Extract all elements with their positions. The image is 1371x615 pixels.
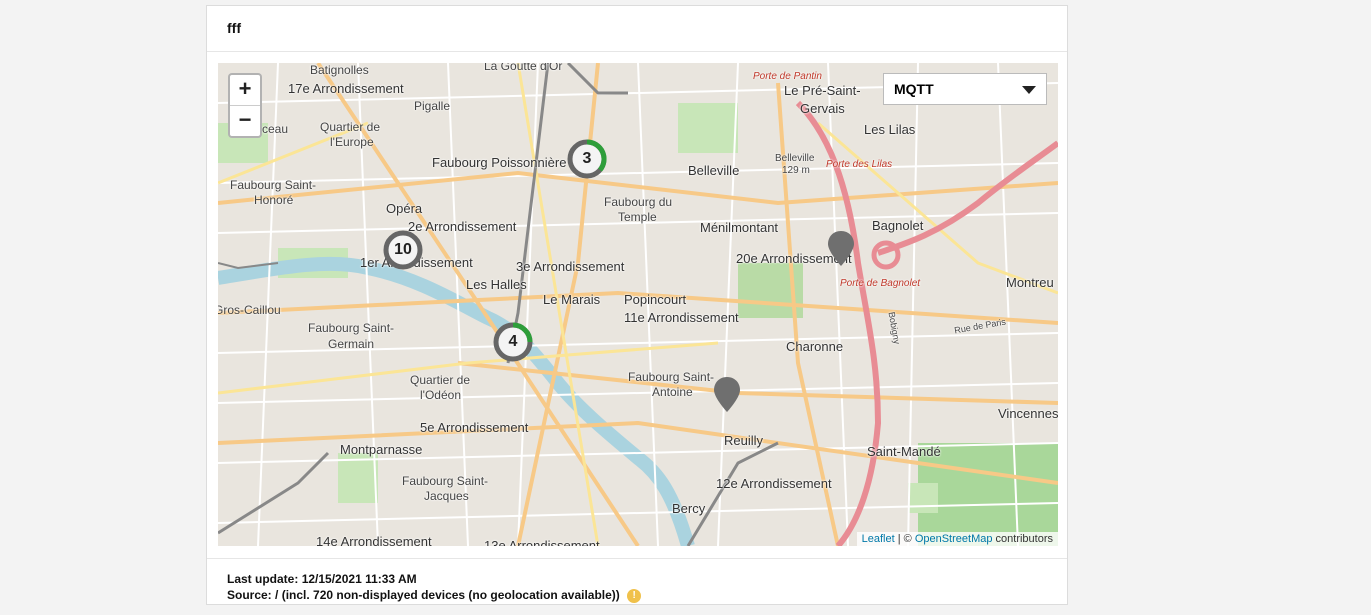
map-label-fbg-temple-1: Faubourg du: [604, 195, 673, 209]
map-view[interactable]: Batignolles 17e Arrondissement La Goutte…: [218, 63, 1058, 546]
map-label-quartier-odeon-2: l'Odéon: [420, 388, 461, 402]
warning-icon[interactable]: !: [627, 588, 642, 603]
map-attribution: Leaflet | © OpenStreetMap contributors: [856, 532, 1058, 546]
cluster-count: 3: [582, 150, 592, 167]
map-label-belleville: Belleville: [688, 163, 740, 178]
cluster-count: 10: [394, 241, 412, 258]
map-label-fbg-st-germain-2: Germain: [328, 337, 375, 351]
map-label-goutte: La Goutte d'Or: [484, 63, 563, 73]
map-label-bagnolet: Bagnolet: [872, 218, 924, 233]
zoom-out-button[interactable]: −: [230, 105, 260, 136]
cluster-marker[interactable]: 4: [493, 322, 533, 362]
map-label-popincourt: Popincourt: [624, 292, 687, 307]
source-select[interactable]: MQTT: [883, 73, 1047, 105]
map-pin-icon: [828, 231, 854, 266]
widget-card: fff Batignolles 17e Arrondissement La Go…: [206, 5, 1068, 605]
chevron-down-icon: [1022, 86, 1036, 94]
source-label: Source:: [227, 588, 272, 602]
attribution-contributors: contributors: [992, 533, 1053, 545]
map-label-arr2: 2e Arrondissement: [408, 219, 517, 234]
map-label-fbg-st-antoine-1: Faubourg Saint-: [628, 370, 715, 384]
map-label-vincennes: Vincennes: [998, 406, 1058, 421]
last-update-row: Last update: 12/15/2021 11:33 AM: [227, 571, 1047, 587]
cluster-count: 4: [508, 333, 518, 350]
map-label-fbg-st-germain-1: Faubourg Saint-: [308, 321, 395, 335]
map-label-quartier-europe-1: Quartier de: [320, 120, 381, 134]
map-label-arr5: 5e Arrondissement: [420, 420, 529, 435]
map-label-arr3: 3e Arrondissement: [516, 259, 625, 274]
map-label-ceau: ceau: [262, 122, 289, 136]
map-label-pigalle: Pigalle: [414, 99, 451, 113]
widget-footer: Last update: 12/15/2021 11:33 AM Source:…: [207, 558, 1067, 615]
source-value: / (incl. 720 non-displayed devices (no g…: [275, 588, 620, 602]
osm-link[interactable]: OpenStreetMap: [915, 533, 993, 545]
map-label-belleville-alt-1: Belleville: [775, 153, 815, 164]
map-label-batignolles: Batignolles: [310, 63, 369, 77]
last-update-value: 12/15/2021 11:33 AM: [301, 572, 417, 586]
source-row: Source: / (incl. 720 non-displayed devic…: [227, 587, 1047, 603]
map-label-menilmontant: Ménilmontant: [700, 220, 779, 235]
map-label-arr14: 14e Arrondissement: [316, 534, 432, 546]
map-label-montparnasse: Montparnasse: [340, 442, 423, 457]
map-label-belleville-alt-2: 129 m: [782, 165, 810, 176]
source-select-value: MQTT: [894, 81, 934, 97]
map-label-pre-st-gervais-2: Gervais: [800, 101, 845, 116]
map-pin-icon: [714, 377, 740, 412]
map-label-fbg-temple-2: Temple: [618, 210, 657, 224]
map-label-fbg-st-honore-1: Faubourg Saint-: [230, 178, 317, 192]
map-label-porte-bagnolet: Porte de Bagnolet: [840, 278, 921, 289]
map-label-quartier-odeon-1: Quartier de: [410, 373, 471, 387]
zoom-control: + −: [228, 73, 262, 138]
map-label-montreuil: Montreu: [1006, 275, 1054, 290]
map-label-st-mande: Saint-Mandé: [867, 444, 941, 459]
map-label-reuilly: Reuilly: [724, 433, 764, 448]
map-label-pre-st-gervais-1: Le Pré-Saint-: [784, 83, 861, 98]
map-label-fbg-st-antoine-2: Antoine: [652, 385, 693, 399]
map-label-fbg-st-jacques-2: Jacques: [424, 489, 469, 503]
zoom-in-button[interactable]: +: [230, 75, 260, 105]
leaflet-link[interactable]: Leaflet: [862, 533, 895, 545]
map-label-bercy: Bercy: [672, 501, 706, 516]
map-label-charonne: Charonne: [786, 339, 844, 354]
widget-title: fff: [207, 6, 1067, 52]
map-label-arr13: 13e Arrondissement: [484, 538, 600, 546]
cluster-marker[interactable]: 10: [383, 230, 423, 270]
map-label-fbg-st-jacques-1: Faubourg Saint-: [402, 474, 489, 488]
map-label-lilas: Les Lilas: [864, 122, 916, 137]
map-label-arr11: 11e Arrondissement: [624, 310, 739, 325]
map-label-le-marais: Le Marais: [543, 292, 601, 307]
map-label-arr17: 17e Arrondissement: [288, 81, 404, 96]
map-label-opera: Opéra: [386, 201, 423, 216]
map-label-les-halles: Les Halles: [466, 277, 527, 292]
map-label-porte-lilas: Porte des Lilas: [826, 159, 893, 170]
map-label-arr12: 12e Arrondissement: [716, 476, 832, 491]
cluster-marker[interactable]: 3: [567, 139, 607, 179]
device-marker[interactable]: [827, 230, 855, 268]
map-label-gros-caillou: Gros-Caillou: [218, 303, 281, 317]
map-label-fbg-st-honore-2: Honoré: [254, 193, 294, 207]
last-update-label: Last update:: [227, 572, 299, 586]
attribution-separator: | ©: [894, 533, 915, 545]
map-label-quartier-europe-2: l'Europe: [330, 135, 374, 149]
map-label-porte-pantin: Porte de Pantin: [753, 71, 822, 82]
device-marker[interactable]: [713, 376, 741, 414]
map-label-fbg-poissonniere: Faubourg Poissonnière: [432, 155, 567, 170]
